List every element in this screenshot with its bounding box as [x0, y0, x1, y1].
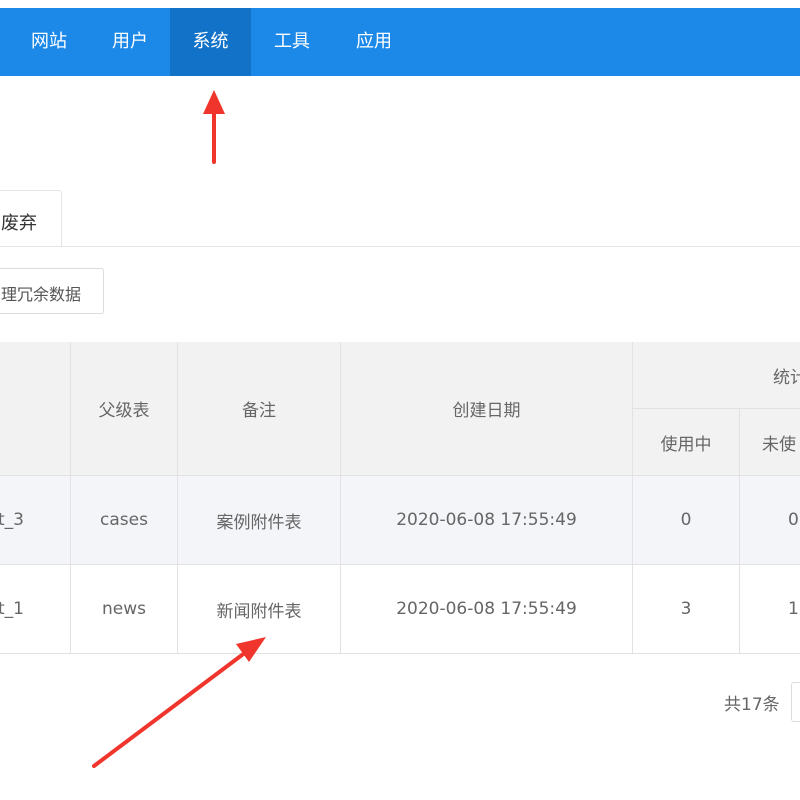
table-cell-remark: 案例附件表	[178, 476, 341, 565]
header-in-use: 使用中	[633, 409, 740, 476]
table-cell-name: t_3	[0, 476, 71, 565]
table-cell-parent: cases	[71, 476, 178, 565]
pagination-page-size-select[interactable]	[791, 682, 800, 722]
pagination-total: 共17条	[724, 695, 780, 715]
table-cell-created: 2020-06-08 17:55:49	[341, 565, 633, 654]
table-cell-in-use: 0	[633, 476, 740, 565]
top-nav-bar: 网站 用户 系统 工具 应用	[0, 8, 800, 76]
header-remark: 备注	[178, 342, 341, 476]
table-cell-name: t_1	[0, 565, 71, 654]
header-unused: 未使	[740, 409, 800, 476]
tab-deprecated[interactable]: 废弃	[0, 190, 62, 247]
table-cell-in-use: 3	[633, 565, 740, 654]
clean-button-label: 理冗余数据	[1, 285, 82, 304]
nav-item-apps[interactable]: 应用	[333, 8, 415, 76]
nav-item-system[interactable]: 系统	[170, 8, 251, 76]
tab-divider	[0, 246, 800, 247]
table-cell-created: 2020-06-08 17:55:49	[341, 476, 633, 565]
table-cell-remark: 新闻附件表	[178, 565, 341, 654]
header-statistics: 统计	[633, 342, 800, 409]
tab-label: 废弃	[1, 213, 37, 234]
clean-redundant-data-button[interactable]: 理冗余数据	[0, 268, 104, 314]
arrow-diagonal-icon	[92, 637, 266, 768]
table-cell-unused: 0	[740, 476, 800, 565]
nav-item-website[interactable]: 网站	[8, 8, 90, 76]
nav-item-users[interactable]: 用户	[90, 8, 170, 76]
nav-item-tools[interactable]: 工具	[251, 8, 333, 76]
table-cell-unused: 1	[740, 565, 800, 654]
table-cell-parent: news	[71, 565, 178, 654]
header-name	[0, 342, 71, 476]
arrow-up-icon	[203, 90, 225, 164]
header-parent: 父级表	[71, 342, 178, 476]
header-created-date: 创建日期	[341, 342, 633, 476]
